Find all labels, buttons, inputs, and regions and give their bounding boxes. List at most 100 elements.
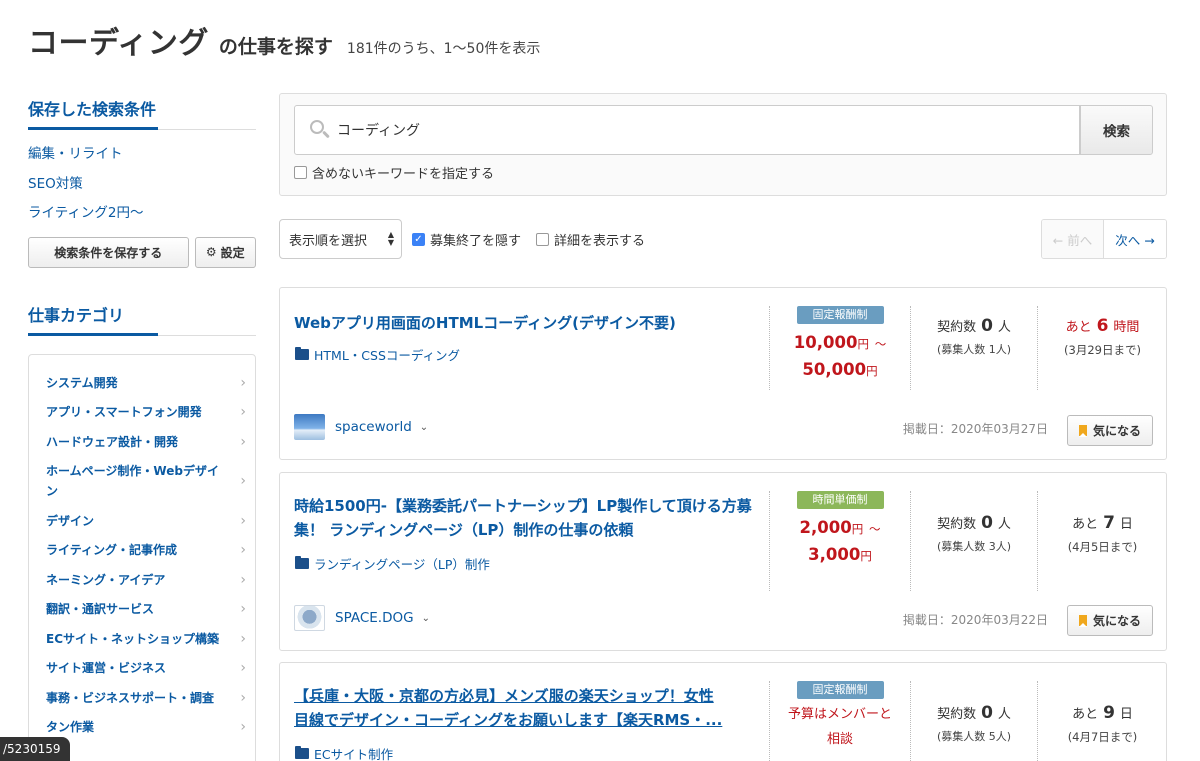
favorite-button[interactable]: 気になる bbox=[1067, 605, 1153, 636]
contracts-count: 契約数 0 人 (募集人数 3人) bbox=[911, 513, 1037, 554]
price-column: 固定報酬制 予算はメンバーと 相談 bbox=[769, 681, 910, 761]
category-item[interactable]: アプリ・スマートフォン開発 › bbox=[29, 402, 255, 422]
deadline-date: (3月29日まで) bbox=[1064, 343, 1141, 357]
time-remaining: あと 6 時間 bbox=[1065, 316, 1140, 336]
folder-icon bbox=[295, 746, 309, 759]
search-button[interactable]: 検索 bbox=[1080, 105, 1153, 155]
chevron-right-icon: › bbox=[240, 660, 246, 676]
recruit-count: (募集人数 1人) bbox=[936, 343, 1012, 356]
hide-closed-label: 募集終了を隠す bbox=[430, 234, 522, 249]
chevron-right-icon: › bbox=[240, 374, 246, 391]
chevron-right-icon: › bbox=[240, 689, 246, 706]
bookmark-icon bbox=[1078, 615, 1087, 627]
folder-icon bbox=[295, 556, 309, 569]
search-keyword-title: コーディング bbox=[28, 26, 209, 61]
avatar bbox=[294, 605, 325, 631]
chevron-right-icon: › bbox=[240, 473, 246, 489]
deadline-date: (4月7日まで) bbox=[1067, 730, 1138, 744]
saved-search-item[interactable]: SEO対策 bbox=[28, 170, 256, 200]
pagination: ← 前へ 次へ → bbox=[1041, 219, 1167, 259]
price-negotiable: 予算はメンバーと 相談 bbox=[787, 707, 892, 747]
sort-select[interactable]: 表示順を選択 ▲ ▼ bbox=[279, 219, 402, 259]
chevron-right-icon: › bbox=[240, 719, 246, 735]
category-item[interactable]: タン作業 › bbox=[29, 717, 255, 737]
title-suffix: の仕事を探す bbox=[218, 36, 333, 58]
category-item[interactable]: ネーミング・アイデア › bbox=[29, 570, 255, 590]
chevron-right-icon: › bbox=[240, 630, 246, 647]
deadline-column: あと 7 日 (4月5日まで) bbox=[1037, 491, 1167, 591]
search-box bbox=[294, 105, 1080, 155]
recruit-count: (募集人数 5人) bbox=[936, 730, 1012, 743]
category-item[interactable]: システム開発 › bbox=[29, 373, 255, 393]
pay-type-badge: 固定報酬制 bbox=[796, 306, 884, 324]
category-panel: システム開発 › アプリ・スマートフォン開発 › ハードウェア設計・開発 › ホームペ… bbox=[28, 353, 256, 761]
price-range: 10,000円 〜 50,000円 bbox=[793, 333, 887, 379]
result-count: 181件のうち、1〜50件を表示 bbox=[346, 41, 541, 57]
settings-label: 設定 bbox=[220, 245, 245, 260]
category-item[interactable]: ハードウェア設計・開発 › bbox=[29, 432, 255, 452]
time-remaining: あと 7 日 bbox=[1072, 513, 1133, 533]
chevron-right-icon: › bbox=[240, 542, 246, 558]
hide-closed-toggle[interactable]: ✓ 募集終了を隠す bbox=[412, 230, 521, 249]
category-item[interactable]: ECサイト・ネットショップ構築 › bbox=[29, 629, 255, 649]
bookmark-icon bbox=[1078, 425, 1087, 437]
gear-icon: ⚙ bbox=[205, 245, 217, 259]
category-item[interactable]: ライティング・記事作成 › bbox=[29, 540, 255, 560]
sort-label: 表示順を選択 bbox=[289, 233, 368, 249]
chevron-right-icon: › bbox=[240, 571, 246, 588]
price-column: 固定報酬制 10,000円 〜 50,000円 bbox=[769, 306, 910, 390]
category-item[interactable]: デザイン › bbox=[29, 511, 255, 531]
recruit-count: (募集人数 3人) bbox=[936, 540, 1012, 553]
time-remaining: あと 9 日 bbox=[1072, 703, 1133, 723]
deadline-column: あと 6 時間 (3月29日まで) bbox=[1037, 306, 1167, 390]
category-item[interactable]: サイト運営・ビジネス › bbox=[29, 658, 255, 678]
job-card: Webアプリ用画面のHTMLコーディング(デザイン不要) HTML・CSSコーデ… bbox=[279, 287, 1167, 460]
save-search-button[interactable]: 検索条件を保存する bbox=[28, 236, 189, 268]
next-page-button[interactable]: 次へ → bbox=[1104, 220, 1166, 258]
settings-button[interactable]: ⚙ 設定 bbox=[194, 236, 256, 268]
page-title: コーディング の仕事を探す 181件のうち、1〜50件を表示 bbox=[28, 18, 540, 62]
deadline-column: あと 9 日 (4月7日まで) bbox=[1037, 681, 1167, 761]
price-column: 時間単価制 2,000円 〜 3,000円 bbox=[769, 491, 910, 591]
category-item[interactable]: 翻訳・通訳サービス › bbox=[29, 599, 255, 619]
show-detail-checkbox[interactable] bbox=[536, 233, 549, 246]
job-category-link[interactable]: HTML・CSSコーディング bbox=[295, 345, 460, 364]
chevron-right-icon: › bbox=[240, 512, 246, 529]
job-category-link[interactable]: ECサイト制作 bbox=[295, 744, 393, 761]
prev-page-button[interactable]: ← 前へ bbox=[1042, 220, 1104, 258]
job-title-link[interactable]: 【兵庫・大阪・京都の方必見】メンズ服の楽天ショップ！女性 目線でデザイン・コーデ… bbox=[294, 684, 754, 732]
exclude-label: 含めないキーワードを指定する bbox=[312, 167, 495, 182]
hide-closed-checkbox[interactable]: ✓ bbox=[412, 233, 425, 246]
favorite-button[interactable]: 気になる bbox=[1067, 415, 1153, 446]
folder-icon bbox=[295, 347, 309, 360]
category-item[interactable]: 事務・ビジネスサポート・調査 › bbox=[29, 688, 255, 708]
contracts-column: 契約数 0 人 (募集人数 5人) bbox=[910, 681, 1037, 761]
job-title-link[interactable]: Webアプリ用画面のHTMLコーディング(デザイン不要) bbox=[294, 311, 754, 335]
deadline-date: (4月5日まで) bbox=[1067, 540, 1138, 554]
saved-search-item[interactable]: ライティング2円〜 bbox=[28, 199, 256, 229]
client-link[interactable]: SPACE.DOG ⌄ bbox=[294, 605, 430, 631]
show-detail-toggle[interactable]: 詳細を表示する bbox=[536, 230, 645, 249]
contracts-column: 契約数 0 人 (募集人数 1人) bbox=[910, 306, 1037, 390]
select-arrows-icon: ▲ ▼ bbox=[387, 230, 394, 247]
job-category-link[interactable]: ランディングページ（LP）制作 bbox=[295, 554, 490, 573]
exclude-keyword-toggle[interactable]: 含めないキーワードを指定する bbox=[294, 163, 494, 182]
exclude-checkbox[interactable] bbox=[294, 166, 307, 179]
sidebar: 保存した検索条件 編集・リライト SEO対策 ライティング2円〜 検索条件を保存… bbox=[28, 96, 256, 761]
chevron-down-icon: ⌄ bbox=[419, 421, 429, 433]
search-icon bbox=[309, 119, 331, 141]
search-panel: 検索 含めないキーワードを指定する bbox=[279, 93, 1167, 196]
category-item[interactable]: ホームページ制作・Webデザイン › bbox=[29, 461, 255, 501]
saved-search-heading: 保存した検索条件 bbox=[28, 96, 256, 130]
pay-type-badge: 時間単価制 bbox=[796, 491, 884, 509]
contracts-count: 契約数 0 人 (募集人数 5人) bbox=[911, 703, 1037, 744]
posted-date: 掲載日：2020年03月22日 bbox=[902, 613, 1048, 627]
job-title-link[interactable]: 時給1500円-【業務委託パートナーシップ】LP製作して頂ける方募集！ ランディ… bbox=[294, 494, 754, 542]
chevron-right-icon: › bbox=[240, 601, 246, 617]
client-link[interactable]: spaceworld ⌄ bbox=[294, 414, 428, 440]
category-heading: 仕事カテゴリ bbox=[28, 302, 256, 336]
search-input[interactable] bbox=[337, 122, 1037, 138]
results-toolbar: 表示順を選択 ▲ ▼ ✓ 募集終了を隠す 詳細を表示する ← 前へ 次へ → bbox=[279, 219, 1167, 259]
saved-search-item[interactable]: 編集・リライト bbox=[28, 140, 256, 170]
job-card: 【兵庫・大阪・京都の方必見】メンズ服の楽天ショップ！女性 目線でデザイン・コーデ… bbox=[279, 662, 1167, 761]
